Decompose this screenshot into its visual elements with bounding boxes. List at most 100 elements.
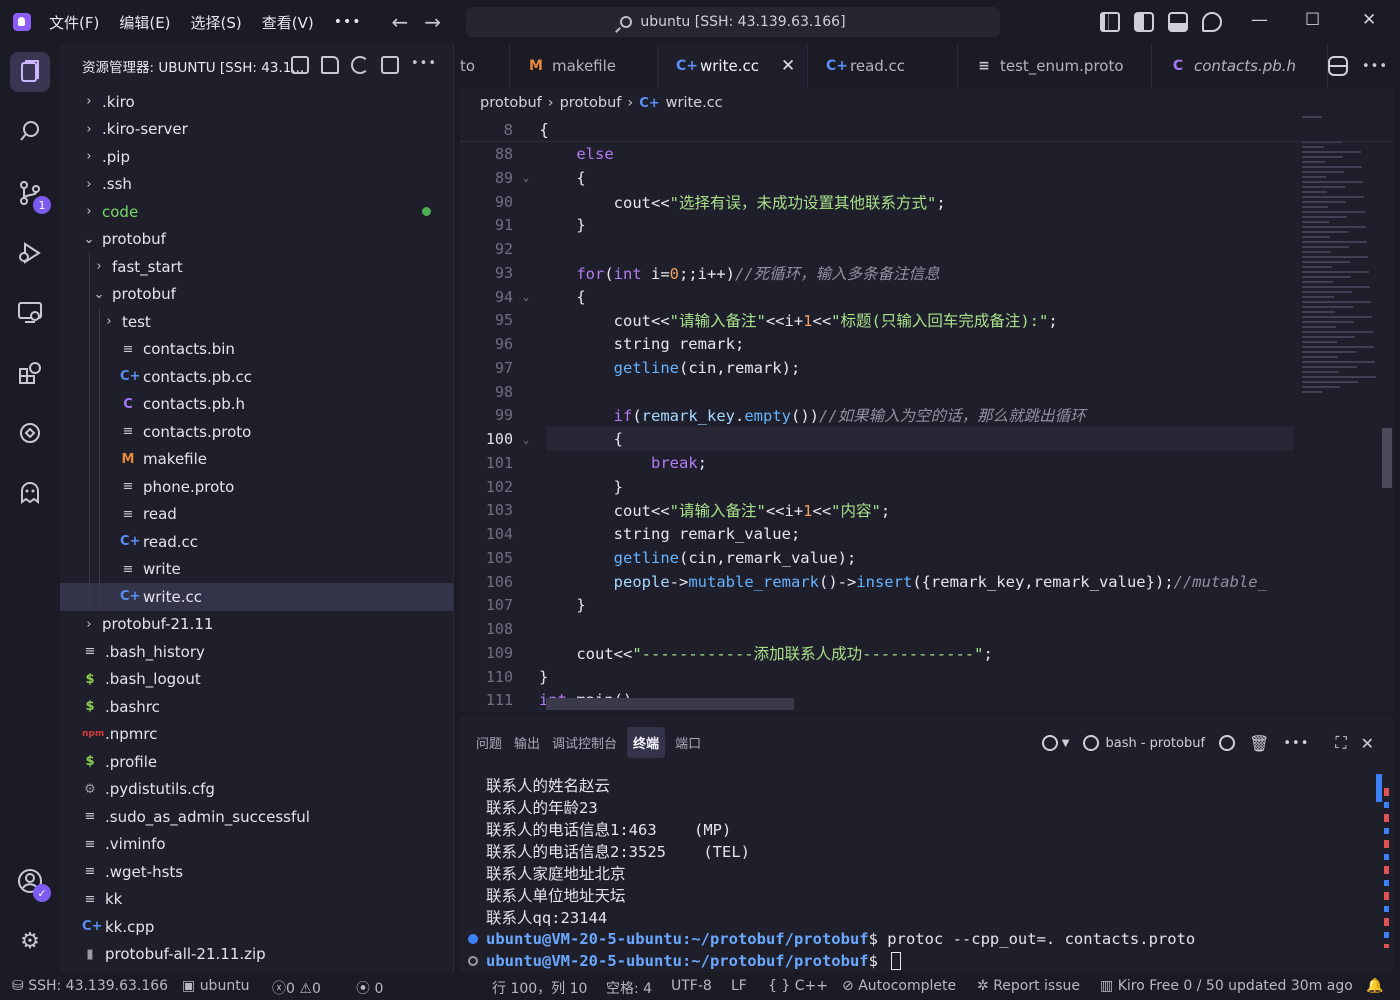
host-indicator[interactable]: ▣ ubuntu: [182, 978, 250, 994]
menu-edit[interactable]: 编辑(E): [119, 12, 170, 33]
tree-file[interactable]: C+ read.cc: [60, 528, 453, 556]
close-panel-icon[interactable]: ✕: [1361, 734, 1374, 753]
code-line[interactable]: 92: [460, 237, 1394, 261]
code-line[interactable]: 97 getline(cin,remark);: [460, 356, 1394, 380]
tree-file[interactable]: ≡ read: [60, 500, 453, 528]
code-line[interactable]: 95 cout<<"请输入备注"<<i+1<<"标题(只输入回车完成备注):";: [460, 308, 1394, 332]
fold-chevron-icon[interactable]: ⌄: [513, 171, 539, 184]
indentation[interactable]: 空格: 4: [606, 978, 652, 998]
tree-file[interactable]: Mmakefile: [60, 445, 453, 473]
search-view-icon[interactable]: [15, 116, 45, 146]
editor-tab[interactable]: ≡ test_enum.proto: [958, 44, 1152, 88]
tree-folder[interactable]: › .pip: [60, 143, 453, 171]
tree-file[interactable]: ≡ .wget-hsts: [60, 858, 453, 886]
eol[interactable]: LF: [731, 978, 747, 994]
chevron-down-icon[interactable]: ▼: [1062, 738, 1070, 749]
chat-icon[interactable]: [1202, 12, 1222, 32]
terminal-output[interactable]: 联系人的姓名赵云 联系人的年龄23 联系人的电话信息1:463 (MP) 联系人的电话…: [468, 774, 1195, 972]
run-debug-icon[interactable]: [15, 238, 45, 268]
command-status-dot-icon[interactable]: [468, 934, 478, 944]
minimap[interactable]: [1302, 116, 1382, 416]
tree-file[interactable]: ⚙ .pydistutils.cfg: [60, 776, 453, 804]
new-folder-icon[interactable]: [320, 56, 339, 74]
terminal-scrollbar[interactable]: [1376, 774, 1390, 954]
code-line[interactable]: 91 }: [460, 213, 1394, 237]
back-arrow-icon[interactable]: ←: [392, 10, 409, 34]
new-file-icon[interactable]: [290, 56, 309, 74]
menu-view[interactable]: 查看(V): [262, 12, 314, 33]
settings-gear-icon[interactable]: ⚙: [15, 926, 45, 956]
terminal-split-icon[interactable]: [1083, 735, 1100, 751]
code-line[interactable]: 104 string remark_value;: [460, 522, 1394, 546]
code-line[interactable]: 101 break;: [460, 451, 1394, 475]
panel-more-icon[interactable]: •••: [1283, 736, 1309, 751]
toggle-panel-icon[interactable]: [1168, 12, 1188, 32]
report-issue[interactable]: ✲ Report issue: [977, 978, 1080, 994]
panel-tab[interactable]: 输出: [512, 727, 542, 758]
menu-selection[interactable]: 选择(S): [191, 12, 242, 33]
editor-horizontal-scrollbar[interactable]: [546, 698, 794, 710]
code-line[interactable]: 102 }: [460, 475, 1394, 499]
close-window-icon[interactable]: ✕: [1362, 10, 1376, 30]
code-line[interactable]: 88 else: [460, 142, 1394, 166]
panel-tab[interactable]: 终端: [627, 726, 666, 758]
refresh-icon[interactable]: [350, 56, 369, 74]
code-line[interactable]: 94 ⌄ {: [460, 285, 1394, 309]
split-terminal-icon[interactable]: [1219, 735, 1236, 751]
source-control-icon[interactable]: 1: [15, 178, 51, 214]
code-line[interactable]: 93 for(int i=0;;i++)//死循环，输入多条备注信息: [460, 261, 1394, 285]
remote-explorer-icon[interactable]: [15, 298, 45, 328]
toggle-sidebar-icon[interactable]: [1134, 12, 1154, 32]
remote-indicator[interactable]: ⛁ SSH: 43.139.63.166: [12, 978, 168, 994]
panel-tab[interactable]: 端口: [673, 727, 703, 758]
tree-file[interactable]: ≡ .sudo_as_admin_successful: [60, 803, 453, 831]
tree-folder[interactable]: › .kiro: [60, 88, 453, 116]
code-line[interactable]: 103 cout<<"请输入备注"<<i+1<<"内容";: [460, 498, 1394, 522]
minimize-icon[interactable]: —: [1251, 10, 1268, 30]
tree-folder[interactable]: ⌄ protobuf: [60, 226, 453, 254]
tree-folder[interactable]: › .kiro-server: [60, 116, 453, 144]
code-line[interactable]: 109 cout<<"------------添加联系人成功----------…: [460, 641, 1394, 665]
new-terminal-icon[interactable]: [1041, 735, 1058, 751]
code-line[interactable]: 110}: [460, 665, 1394, 689]
autocomplete-indicator[interactable]: ⊘ Autocomplete: [842, 978, 956, 994]
editor-scrollbar[interactable]: [1382, 428, 1392, 488]
code-line[interactable]: 106 people->mutable_remark()->insert({re…: [460, 570, 1394, 594]
cursor-position[interactable]: 行 100，列 10: [492, 978, 587, 998]
split-editor-icon[interactable]: [1328, 56, 1348, 76]
fold-chevron-icon[interactable]: ⌄: [513, 290, 539, 303]
fold-chevron-icon[interactable]: ⌄: [513, 433, 539, 446]
ghost-icon[interactable]: [15, 478, 45, 508]
tree-file[interactable]: C+ kk.cpp: [60, 913, 453, 941]
code-line[interactable]: 99 if(remark_key.empty())//如果输入为空的话，那么就跳…: [460, 403, 1394, 427]
tree-file[interactable]: $ .profile: [60, 748, 453, 776]
sticky-scroll-line[interactable]: 8 {: [460, 118, 1394, 142]
breadcrumb-file[interactable]: write.cc: [666, 95, 723, 111]
tree-file[interactable]: ≡ .viminfo: [60, 831, 453, 859]
notifications-bell-icon[interactable]: 🔔: [1366, 978, 1383, 994]
tree-file[interactable]: ≡ contacts.proto: [60, 418, 453, 446]
tree-folder[interactable]: › test: [60, 308, 453, 336]
maximize-icon[interactable]: ☐: [1305, 10, 1320, 30]
breadcrumb-folder[interactable]: protobuf: [480, 95, 542, 111]
editor-tab[interactable]: C+ write.cc ✕: [658, 44, 808, 88]
editor-more-icon[interactable]: •••: [1362, 59, 1388, 74]
accounts-icon[interactable]: ✓: [15, 866, 51, 902]
kiro-agent-icon[interactable]: [15, 418, 45, 448]
editor-tab[interactable]: Ccontacts.pb.h: [1152, 44, 1328, 88]
close-tab-icon[interactable]: ✕: [781, 56, 795, 76]
breadcrumb-folder[interactable]: protobuf: [560, 95, 622, 111]
command-center[interactable]: ubuntu [SSH: 43.139.63.166]: [466, 7, 1000, 37]
panel-tab[interactable]: 问题: [474, 727, 504, 758]
menu-file[interactable]: 文件(F): [49, 12, 99, 33]
tree-file[interactable]: ≡ kk: [60, 886, 453, 914]
code-line[interactable]: 105 getline(cin,remark_value);: [460, 546, 1394, 570]
editor-tab[interactable]: Mmakefile: [510, 44, 658, 88]
problems-indicator[interactable]: ⓧ0 ⚠0: [272, 978, 321, 998]
trash-icon[interactable]: 🗑: [1249, 734, 1269, 753]
layout-customize-icon[interactable]: [1100, 12, 1120, 32]
code-line[interactable]: 100 ⌄ {: [460, 427, 1394, 451]
tree-file[interactable]: ▮ protobuf-all-21.11.zip: [60, 941, 453, 969]
forward-arrow-icon[interactable]: →: [424, 10, 441, 34]
tree-folder[interactable]: › code: [60, 198, 453, 226]
